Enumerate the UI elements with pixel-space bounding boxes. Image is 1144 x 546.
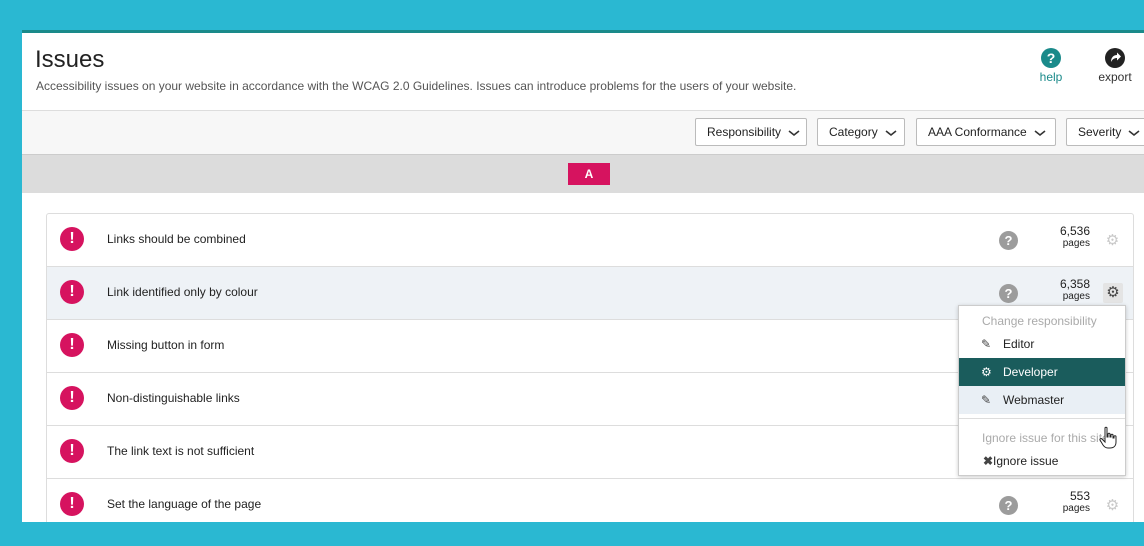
export-button[interactable]: export — [1090, 48, 1140, 84]
question-circle-icon: ? — [1041, 48, 1061, 68]
export-label: export — [1098, 70, 1132, 84]
filter-bar: Responsibility Category AAA Conformance … — [22, 111, 1144, 155]
page-count-unit: pages — [1062, 503, 1090, 514]
page-count-unit: pages — [1062, 238, 1090, 249]
chevron-down-icon — [788, 130, 800, 136]
editor-icon: ✎ — [981, 337, 992, 351]
issue-row[interactable]: ! Set the language of the page ? 553 pag… — [47, 479, 1133, 522]
hand-cursor-icon — [1099, 426, 1117, 449]
menu-item-ignore[interactable]: ✖ Ignore issue — [959, 447, 1125, 475]
conformance-filter-label: AAA Conformance — [928, 125, 1027, 139]
developer-icon: ⚙ — [981, 365, 992, 379]
responsibility-menu: Change responsibility ✎ Editor ⚙ Develop… — [958, 305, 1126, 476]
issue-title: Link identified only by colour — [107, 285, 258, 299]
page-description: Accessibility issues on your website in … — [36, 79, 797, 93]
issue-title: Links should be combined — [107, 232, 246, 246]
page-count: 553 pages — [1050, 489, 1090, 515]
chevron-down-icon — [1034, 130, 1046, 136]
page-count: 6,536 pages — [1050, 224, 1090, 250]
severity-filter[interactable]: Severity — [1066, 118, 1144, 146]
menu-item-label: Webmaster — [1003, 393, 1065, 407]
help-button[interactable]: ? help — [1026, 48, 1076, 84]
exclamation-icon: ! — [60, 492, 84, 516]
svg-text:?: ? — [1047, 50, 1056, 66]
issue-title: Set the language of the page — [107, 497, 262, 511]
issue-title: Non-distinguishable links — [107, 391, 240, 405]
app-frame: Issues Accessibility issues on your webs… — [22, 30, 1144, 522]
exclamation-icon: ! — [60, 333, 84, 357]
category-filter[interactable]: Category — [817, 118, 905, 146]
menu-divider — [959, 418, 1125, 419]
page-count-value: 6,358 — [1059, 277, 1090, 291]
question-icon[interactable]: ? — [999, 496, 1018, 515]
responsibility-filter[interactable]: Responsibility — [695, 118, 807, 146]
issue-row[interactable]: ! Links should be combined ? 6,536 pages… — [47, 214, 1133, 267]
help-label: help — [1039, 70, 1063, 84]
exclamation-icon: ! — [60, 280, 84, 304]
menu-item-developer[interactable]: ⚙ Developer — [959, 358, 1125, 386]
gear-icon[interactable]: ⚙ — [1103, 283, 1123, 303]
conformance-level-band: A — [22, 155, 1144, 193]
menu-item-webmaster[interactable]: ✎ Webmaster — [959, 386, 1125, 414]
page-count-value: 553 — [1069, 489, 1090, 503]
category-filter-label: Category — [829, 125, 878, 139]
question-icon[interactable]: ? — [999, 284, 1018, 303]
chevron-down-icon — [885, 130, 897, 136]
exclamation-icon: ! — [60, 227, 84, 251]
webmaster-icon: ✎ — [981, 393, 992, 407]
change-responsibility-heading: Change responsibility — [982, 314, 1097, 328]
question-icon[interactable]: ? — [999, 231, 1018, 250]
issue-title: The link text is not sufficient — [107, 444, 255, 458]
gear-icon[interactable]: ⚙ — [1104, 232, 1121, 249]
close-icon: ✖ — [983, 454, 994, 468]
menu-item-label: Developer — [1003, 365, 1058, 379]
menu-item-label: Editor — [1003, 337, 1035, 351]
page-header: Issues Accessibility issues on your webs… — [22, 33, 1144, 111]
page-count: 6,358 pages — [1050, 277, 1090, 303]
exclamation-icon: ! — [60, 386, 84, 410]
gear-icon[interactable]: ⚙ — [1104, 497, 1121, 514]
page-count-unit: pages — [1062, 291, 1090, 302]
conformance-filter[interactable]: AAA Conformance — [916, 118, 1056, 146]
chevron-down-icon — [1128, 130, 1140, 136]
responsibility-filter-label: Responsibility — [707, 125, 782, 139]
level-badge[interactable]: A — [568, 163, 610, 185]
severity-filter-label: Severity — [1078, 125, 1122, 139]
page-title: Issues — [35, 46, 105, 73]
share-arrow-icon — [1105, 48, 1125, 68]
exclamation-icon: ! — [60, 439, 84, 463]
menu-item-editor[interactable]: ✎ Editor — [959, 330, 1125, 358]
page-count-value: 6,536 — [1059, 224, 1090, 238]
issue-title: Missing button in form — [107, 338, 225, 352]
menu-item-label: Ignore issue — [993, 454, 1059, 468]
